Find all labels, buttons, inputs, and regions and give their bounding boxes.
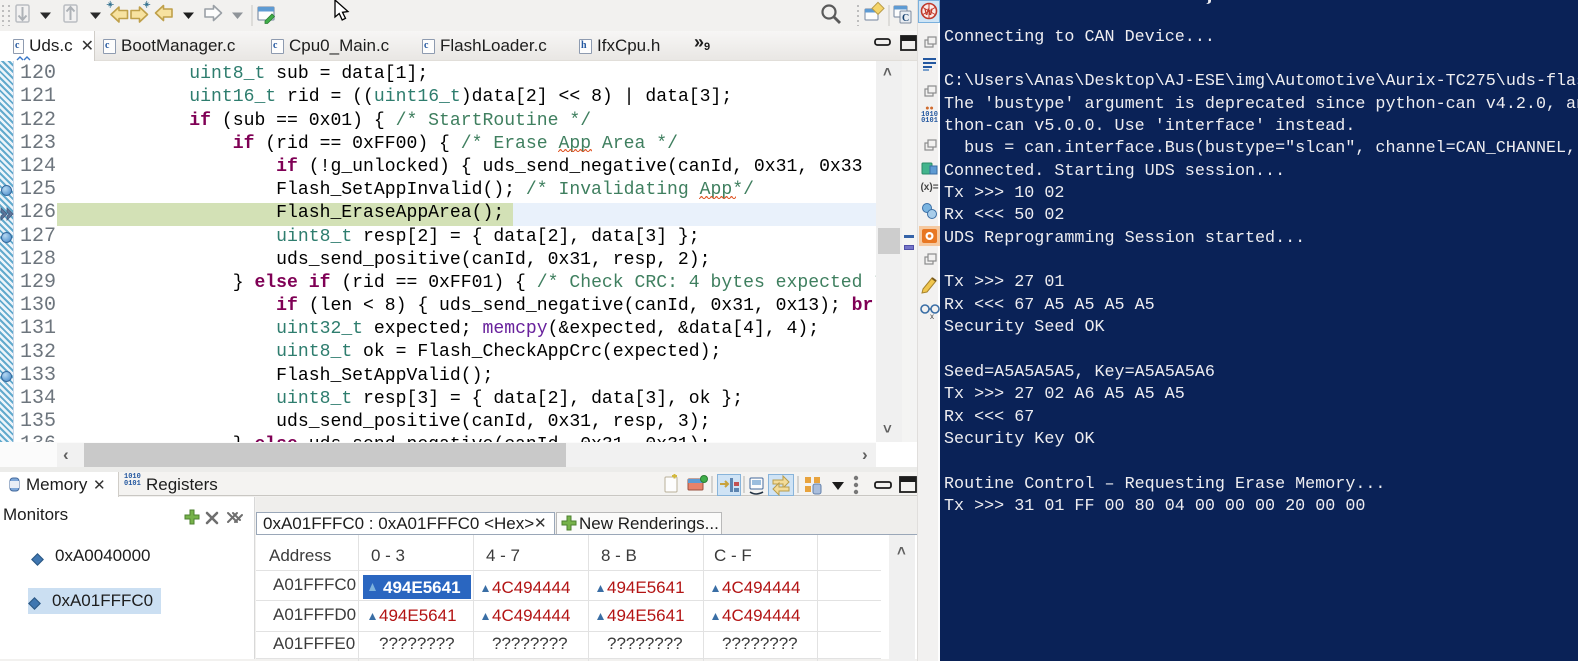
svg-text:C: C xyxy=(902,13,909,24)
svg-text:W: W xyxy=(924,7,933,17)
svg-text:x: x xyxy=(930,312,934,320)
